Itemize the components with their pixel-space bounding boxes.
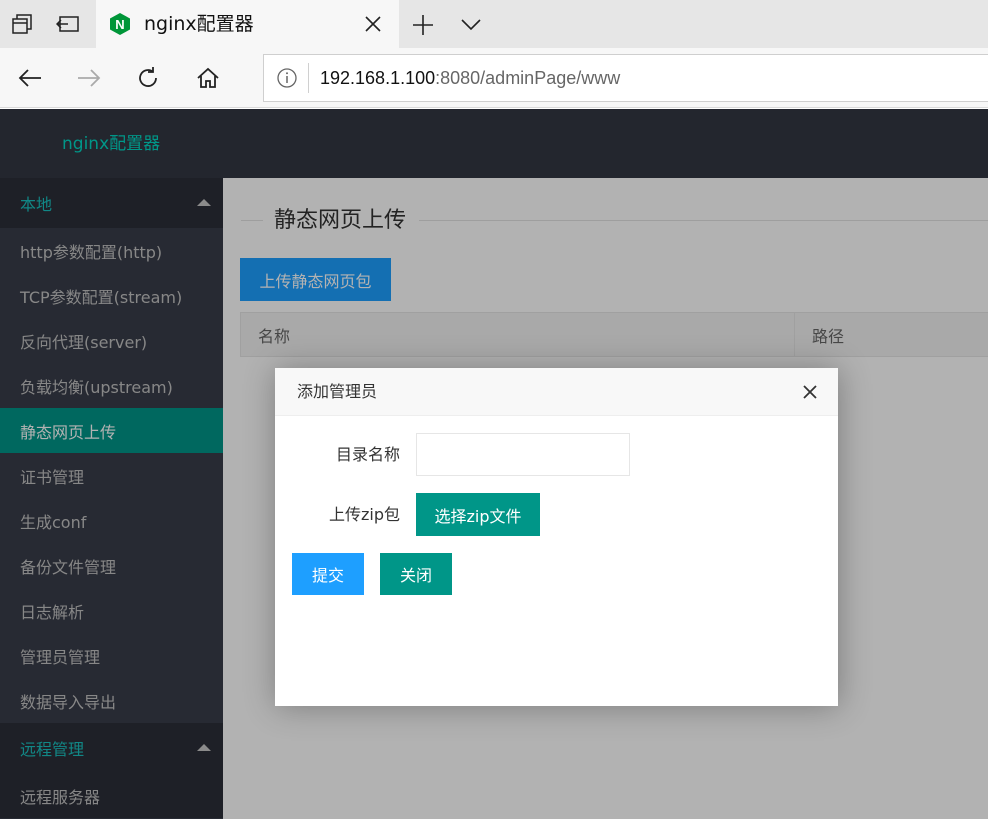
address-path: :8080/adminPage/www	[435, 68, 621, 88]
address-url[interactable]: 192.168.1.100:8080/adminPage/www	[320, 65, 620, 91]
browser-nav-bar: 192.168.1.100:8080/adminPage/www	[0, 48, 988, 108]
dialog-header: 添加管理员	[275, 368, 838, 416]
app-header: nginx配置器	[0, 109, 988, 178]
nginx-logo-icon: N	[108, 12, 132, 36]
address-separator	[308, 63, 309, 93]
add-admin-dialog: 添加管理员 目录名称 上传zip包 选择zip文件 提交 关闭	[275, 368, 838, 706]
close-button[interactable]: 关闭	[380, 553, 452, 595]
tabs-back-icon[interactable]	[52, 8, 84, 40]
close-icon[interactable]	[361, 12, 385, 36]
tab-set-aside-icon[interactable]	[6, 8, 38, 40]
browser-tab[interactable]: N nginx配置器	[96, 0, 399, 48]
svg-text:N: N	[115, 17, 124, 32]
address-bar[interactable]: 192.168.1.100:8080/adminPage/www	[263, 54, 988, 102]
plus-icon[interactable]	[408, 10, 438, 40]
home-icon[interactable]	[192, 62, 224, 94]
info-icon[interactable]	[276, 67, 298, 89]
upload-zip-label: 上传zip包	[328, 505, 400, 524]
dir-name-label: 目录名称	[335, 445, 400, 464]
submit-button[interactable]: 提交	[292, 553, 364, 595]
browser-tab-bar: N nginx配置器	[0, 0, 988, 48]
close-icon[interactable]	[800, 382, 820, 402]
chevron-down-icon[interactable]	[456, 10, 486, 40]
dir-name-input[interactable]	[416, 433, 630, 476]
back-arrow-icon[interactable]	[14, 62, 46, 94]
refresh-icon[interactable]	[132, 62, 164, 94]
address-host: 192.168.1.100	[320, 68, 436, 88]
dialog-title: 添加管理员	[297, 382, 378, 401]
app-logo[interactable]: nginx配置器	[62, 133, 160, 155]
tab-title: nginx配置器	[144, 13, 254, 35]
forward-arrow-icon[interactable]	[73, 62, 105, 94]
choose-zip-button[interactable]: 选择zip文件	[416, 493, 540, 536]
